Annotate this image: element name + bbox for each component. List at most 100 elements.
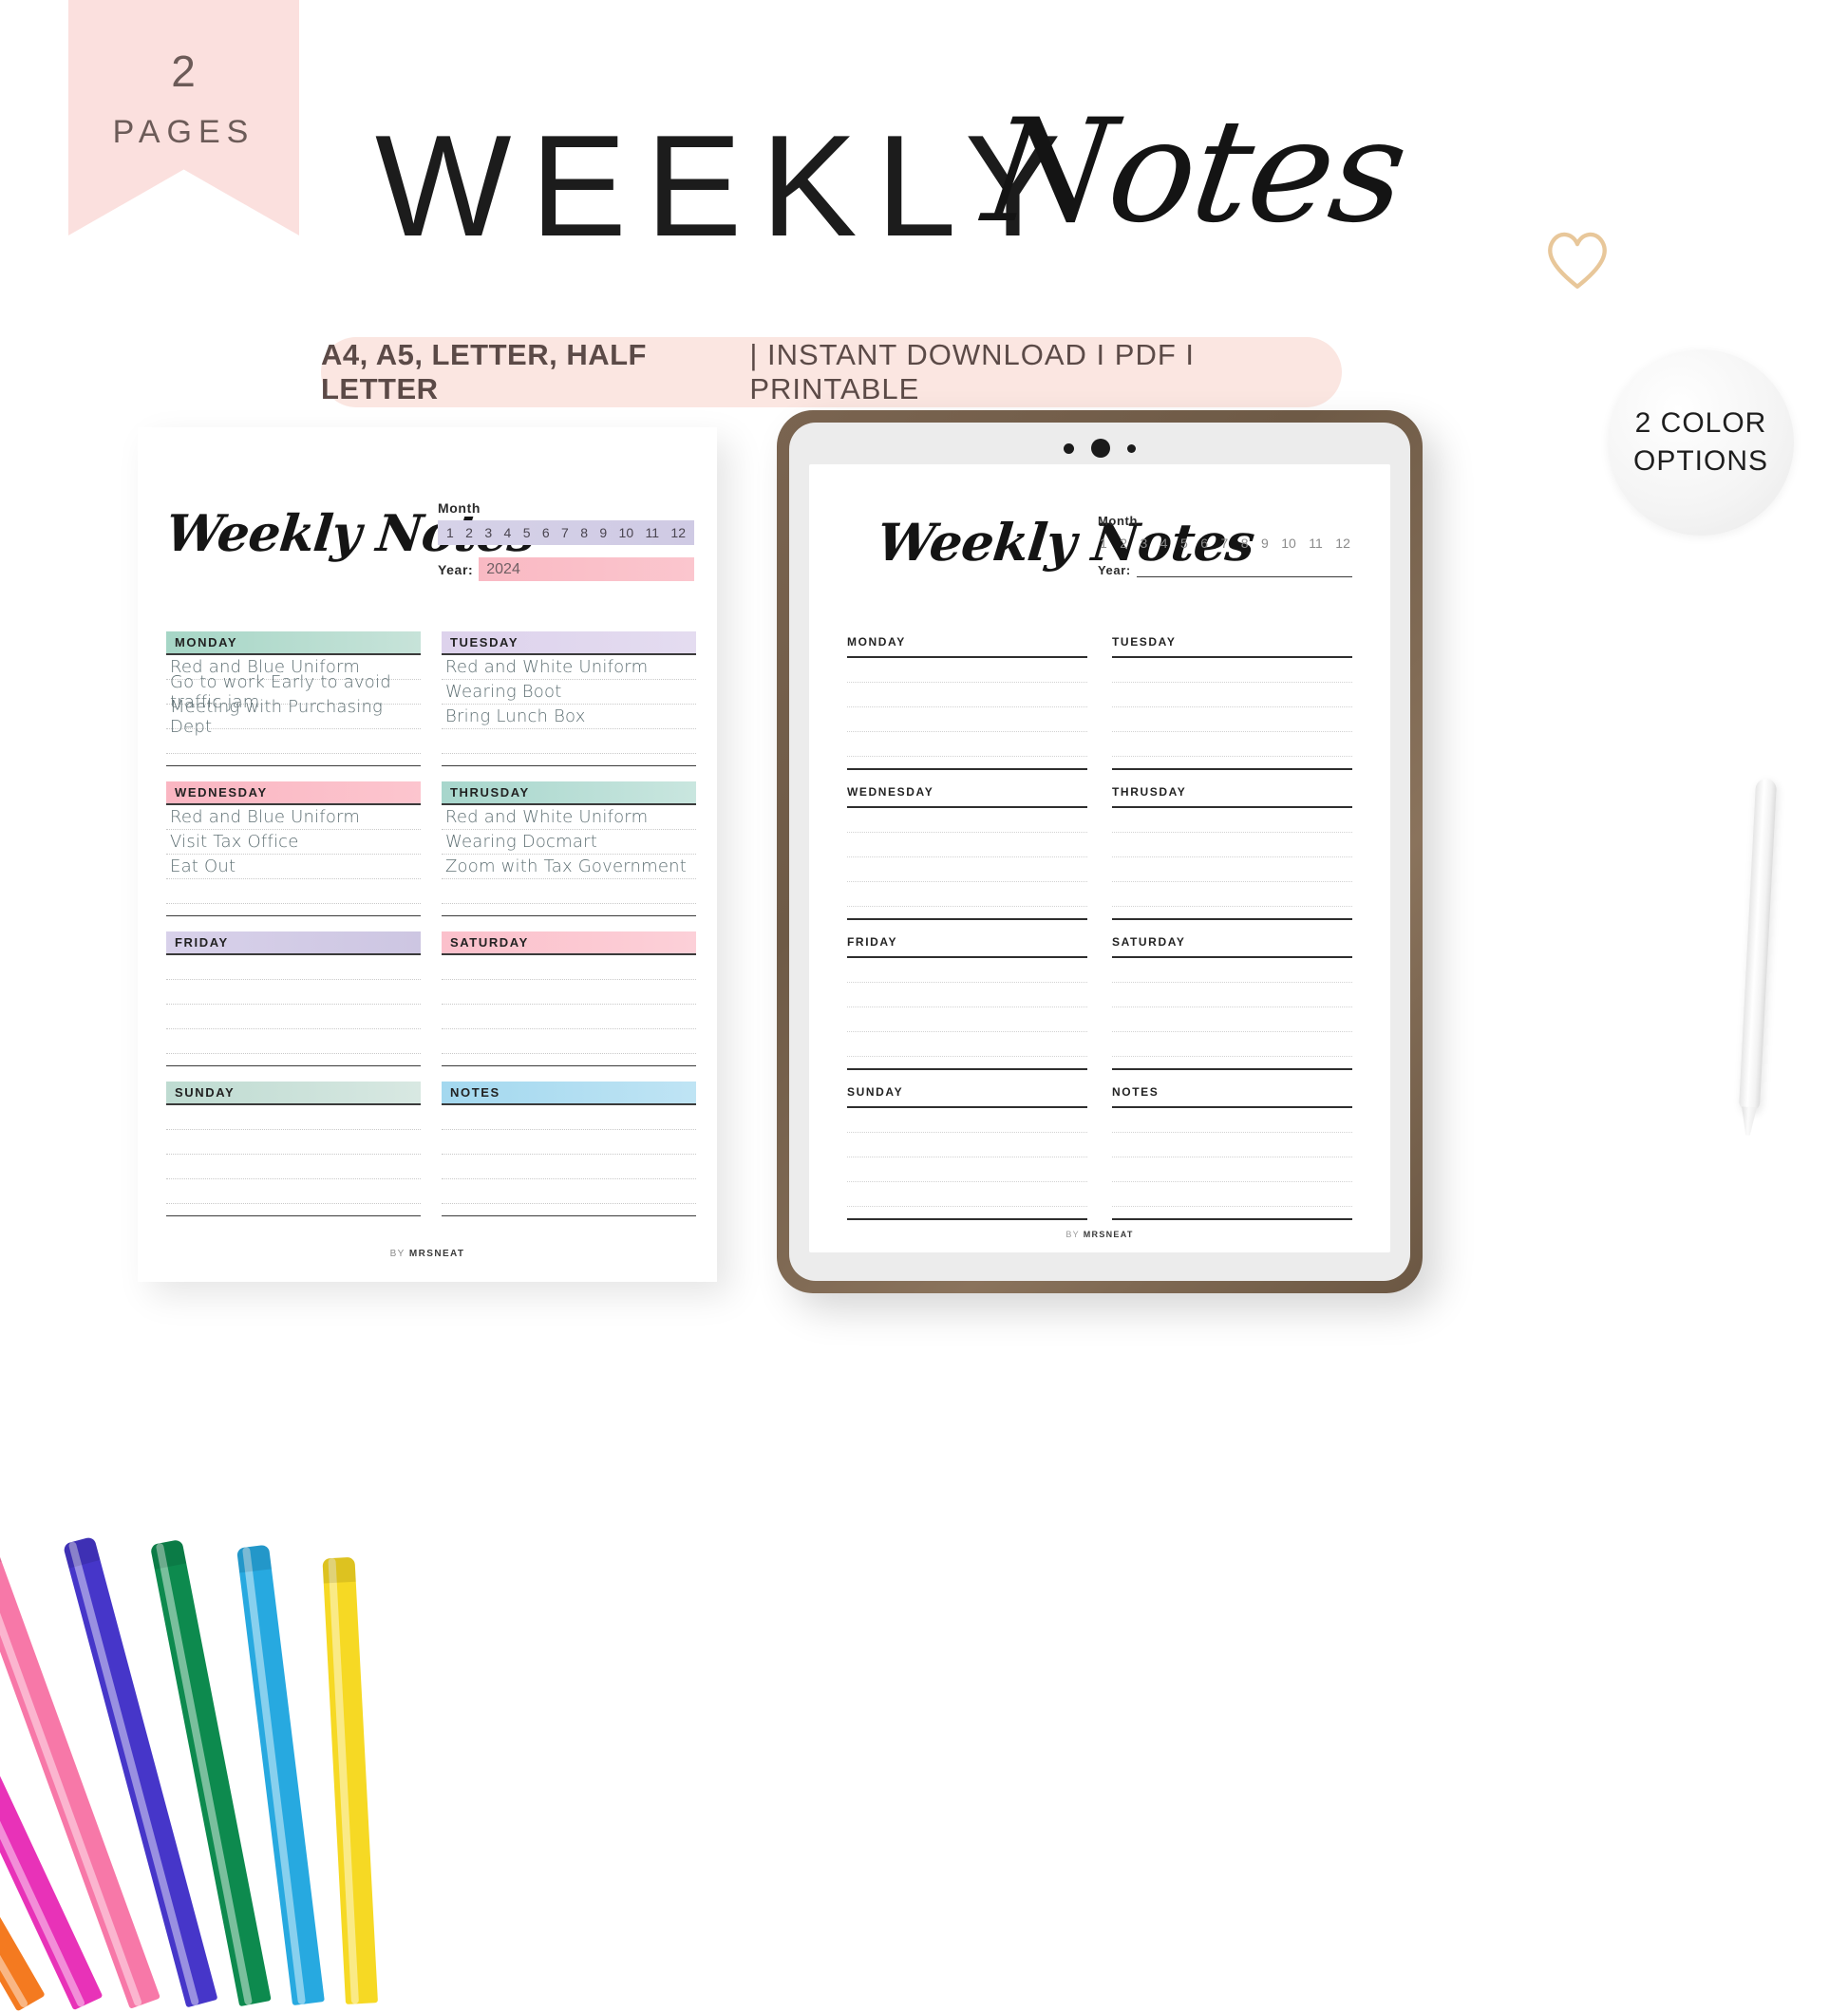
month-option-3[interactable]: 3 bbox=[484, 525, 492, 540]
tablet-note-line[interactable] bbox=[847, 658, 1087, 683]
month-option-8[interactable]: 8 bbox=[1241, 536, 1249, 551]
tablet-note-line[interactable] bbox=[847, 983, 1087, 1007]
note-line[interactable]: Wearing Docmart bbox=[442, 830, 696, 855]
month-option-2[interactable]: 2 bbox=[465, 525, 473, 540]
month-option-12[interactable]: 12 bbox=[670, 525, 686, 540]
tablet-day-footer-rule bbox=[1112, 918, 1352, 920]
tablet-note-line[interactable] bbox=[847, 882, 1087, 907]
tablet-note-line[interactable] bbox=[1112, 1157, 1352, 1182]
tablet-note-line[interactable] bbox=[1112, 857, 1352, 882]
tablet-note-line[interactable] bbox=[1112, 882, 1352, 907]
month-option-12[interactable]: 12 bbox=[1335, 536, 1350, 551]
month-option-3[interactable]: 3 bbox=[1141, 536, 1148, 551]
note-line[interactable] bbox=[442, 879, 696, 904]
tablet-note-line[interactable] bbox=[847, 1133, 1087, 1157]
printable-month-selector[interactable]: 1 2 3 4 5 6 7 8 9 10 11 12 bbox=[438, 520, 694, 545]
note-line[interactable]: Red and White Uniform bbox=[442, 805, 696, 830]
note-line[interactable] bbox=[166, 980, 421, 1005]
month-option-7[interactable]: 7 bbox=[1221, 536, 1229, 551]
note-line[interactable]: Bring Lunch Box bbox=[442, 705, 696, 729]
note-line[interactable] bbox=[442, 980, 696, 1005]
note-line[interactable] bbox=[442, 1155, 696, 1179]
note-line[interactable] bbox=[166, 1029, 421, 1054]
tablet-note-line[interactable] bbox=[847, 857, 1087, 882]
month-option-7[interactable]: 7 bbox=[561, 525, 569, 540]
tablet-note-line[interactable] bbox=[847, 1007, 1087, 1032]
heart-icon bbox=[1548, 232, 1607, 289]
tablet-note-line[interactable] bbox=[847, 1108, 1087, 1133]
month-option-8[interactable]: 8 bbox=[580, 525, 588, 540]
tablet-note-line[interactable] bbox=[1112, 658, 1352, 683]
tablet-day-header-monday: MONDAY bbox=[847, 635, 1087, 656]
month-option-10[interactable]: 10 bbox=[619, 525, 634, 540]
note-line[interactable] bbox=[166, 1105, 421, 1130]
tablet-note-line[interactable] bbox=[1112, 1182, 1352, 1207]
note-line[interactable]: Meeting with Purchasing Dept bbox=[166, 697, 421, 737]
tablet-note-line[interactable] bbox=[1112, 1007, 1352, 1032]
month-option-9[interactable]: 9 bbox=[599, 525, 607, 540]
month-option-1[interactable]: 1 bbox=[1100, 536, 1107, 551]
tablet-device-mockup: Weekly Notes Month 1 2 3 4 5 6 7 8 9 10 11 12 Year:… bbox=[777, 410, 1423, 1293]
note-line[interactable] bbox=[442, 1005, 696, 1029]
note-line[interactable] bbox=[442, 729, 696, 754]
month-option-11[interactable]: 11 bbox=[1309, 536, 1323, 551]
note-line[interactable]: Zoom with Tax Government bbox=[442, 855, 696, 879]
tablet-note-line[interactable] bbox=[1112, 707, 1352, 732]
month-option-6[interactable]: 6 bbox=[1200, 536, 1208, 551]
note-line[interactable] bbox=[166, 1179, 421, 1204]
tablet-note-line[interactable] bbox=[1112, 808, 1352, 833]
note-line[interactable] bbox=[166, 879, 421, 904]
tablet-note-line[interactable] bbox=[1112, 833, 1352, 857]
note-line[interactable] bbox=[166, 955, 421, 980]
tablet-note-line[interactable] bbox=[1112, 683, 1352, 707]
month-option-11[interactable]: 11 bbox=[646, 525, 660, 540]
printable-year-field[interactable]: 2024 bbox=[479, 557, 694, 581]
tablet-note-line[interactable] bbox=[1112, 983, 1352, 1007]
tablet-note-line[interactable] bbox=[847, 833, 1087, 857]
tablet-note-line[interactable] bbox=[847, 1157, 1087, 1182]
day-label: TUESDAY bbox=[450, 635, 519, 649]
month-option-4[interactable]: 4 bbox=[504, 525, 512, 540]
note-line[interactable]: Red and Blue Uniform bbox=[166, 805, 421, 830]
tablet-day-footer-rule bbox=[1112, 768, 1352, 770]
tablet-note-line[interactable] bbox=[1112, 732, 1352, 757]
note-line[interactable] bbox=[442, 955, 696, 980]
month-option-5[interactable]: 5 bbox=[1180, 536, 1188, 551]
note-line[interactable] bbox=[442, 1105, 696, 1130]
note-line[interactable]: Eat Out bbox=[166, 855, 421, 879]
month-option-6[interactable]: 6 bbox=[542, 525, 550, 540]
note-line[interactable] bbox=[166, 1005, 421, 1029]
month-option-9[interactable]: 9 bbox=[1261, 536, 1269, 551]
camera-sensor-small-icon bbox=[1064, 442, 1074, 454]
tablet-note-line[interactable] bbox=[1112, 1133, 1352, 1157]
tablet-note-line[interactable] bbox=[847, 683, 1087, 707]
tablet-note-line[interactable] bbox=[847, 1182, 1087, 1207]
note-line[interactable] bbox=[442, 1029, 696, 1054]
tablet-note-line[interactable] bbox=[847, 808, 1087, 833]
day-label: SATURDAY bbox=[450, 935, 529, 950]
tablet-day-label: MONDAY bbox=[847, 635, 906, 649]
tablet-year-input-line[interactable] bbox=[1136, 560, 1352, 577]
tablet-note-line[interactable] bbox=[847, 1032, 1087, 1057]
month-option-1[interactable]: 1 bbox=[446, 525, 454, 540]
tablet-day-footer-rule bbox=[847, 768, 1087, 770]
month-option-5[interactable]: 5 bbox=[523, 525, 531, 540]
note-line[interactable] bbox=[442, 1130, 696, 1155]
note-line[interactable] bbox=[166, 1155, 421, 1179]
note-line[interactable]: Visit Tax Office bbox=[166, 830, 421, 855]
tablet-note-line[interactable] bbox=[847, 732, 1087, 757]
tablet-note-line[interactable] bbox=[847, 958, 1087, 983]
tablet-note-line[interactable] bbox=[1112, 1108, 1352, 1133]
month-option-2[interactable]: 2 bbox=[1120, 536, 1127, 551]
note-line[interactable] bbox=[166, 1130, 421, 1155]
day-header-friday: FRIDAY bbox=[166, 931, 421, 955]
tablet-note-line[interactable] bbox=[1112, 958, 1352, 983]
note-line[interactable] bbox=[442, 1179, 696, 1204]
tablet-note-line[interactable] bbox=[1112, 1032, 1352, 1057]
tablet-month-selector[interactable]: 1 2 3 4 5 6 7 8 9 10 11 12 bbox=[1098, 536, 1352, 551]
note-line[interactable]: Red and White Uniform bbox=[442, 655, 696, 680]
month-option-4[interactable]: 4 bbox=[1160, 536, 1168, 551]
month-option-10[interactable]: 10 bbox=[1281, 536, 1296, 551]
note-line[interactable]: Wearing Boot bbox=[442, 680, 696, 705]
tablet-note-line[interactable] bbox=[847, 707, 1087, 732]
